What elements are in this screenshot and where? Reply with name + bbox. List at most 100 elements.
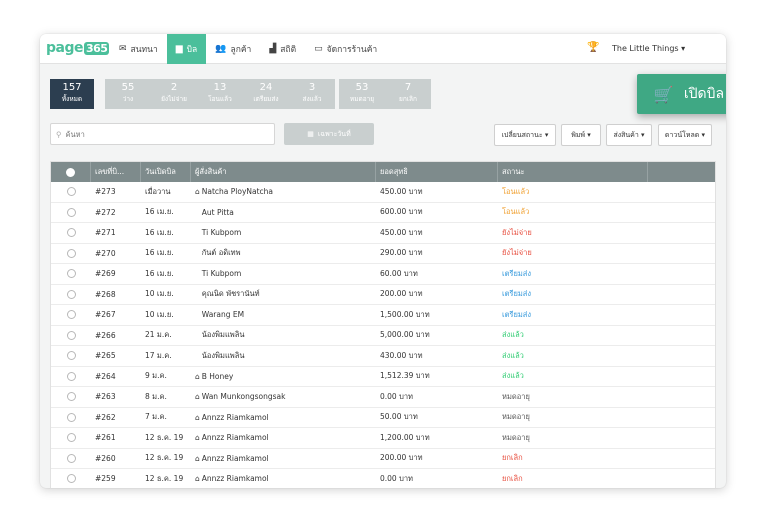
bill-number[interactable]: #260 — [91, 454, 141, 463]
ship-dropdown[interactable]: ส่งสินค้า ▾ — [606, 124, 652, 146]
shop-name-dropdown[interactable]: The Little Things ▾ — [612, 44, 685, 53]
row-select-radio[interactable] — [66, 228, 76, 238]
table-row[interactable]: #261 12 ธ.ค. 19 ⌂ Annzz Riamkamol 1,200.00 บ… — [51, 428, 715, 449]
top-navbar: page 365 ✉ สนทนา ▆ บิล 👥 ลูกค้า ▟ สถิติ ▭ จัดก… — [40, 34, 726, 64]
status-tab-transferred[interactable]: 13 โอนแล้ว — [197, 79, 243, 109]
table-row[interactable]: #267 10 เม.ย. ⌂Warang EM 1,500.00 บาท เตรียม… — [51, 305, 715, 326]
customer-cell: ⌂Aut Pitta — [191, 208, 376, 217]
bill-number[interactable]: #259 — [91, 474, 141, 483]
date-filter-button[interactable]: ▦ เฉพาะวันที่ — [284, 123, 374, 145]
table-row[interactable]: #268 10 เม.ย. ⌂คุณนิด พัชรานันท์ 200.00 บาท… — [51, 285, 715, 305]
row-select-radio[interactable] — [66, 392, 76, 402]
header-bill-no[interactable]: เลขที่บิ... — [91, 162, 141, 182]
table-row[interactable]: #264 9 ม.ค. ⌂ B Honey 1,512.39 บาท ส่งแล้ว — [51, 367, 715, 387]
table-row[interactable]: #259 12 ธ.ค. 19 ⌂ Annzz Riamkamol 0.00 บาท ยก… — [51, 469, 715, 488]
bill-number[interactable]: #264 — [91, 372, 141, 381]
status-tab-shipped[interactable]: 3 ส่งแล้ว — [289, 79, 335, 109]
row-select-cell[interactable] — [51, 412, 91, 422]
status-tab-unpaid[interactable]: 2 ยังไม่จ่าย — [151, 79, 197, 109]
status-tab-preparing[interactable]: 24 เตรียมส่ง — [243, 79, 289, 109]
row-select-radio[interactable] — [66, 248, 76, 258]
nav-item-chat[interactable]: ✉ สนทนา — [110, 34, 167, 64]
row-select-cell[interactable] — [51, 289, 91, 299]
row-select-cell[interactable] — [51, 371, 91, 381]
row-select-cell[interactable] — [51, 269, 91, 279]
table-row[interactable]: #260 12 ธ.ค. 19 ⌂ Annzz Riamkamol 200.00 บาท… — [51, 449, 715, 469]
search-input[interactable] — [65, 129, 266, 139]
bill-number[interactable]: #268 — [91, 290, 141, 299]
bill-date: 12 ธ.ค. 19 — [145, 453, 184, 463]
table-row[interactable]: #273 เมื่อวาน ⌂ Natcha PloyNatcha 450.00 บาท… — [51, 182, 715, 203]
home-icon: ⌂ — [195, 474, 200, 484]
row-select-radio[interactable] — [66, 207, 76, 217]
status-badge: หมดอายุ — [502, 432, 530, 442]
status-tab-free[interactable]: 55 ว่าง — [105, 79, 151, 109]
nav-item-bill[interactable]: ▆ บิล — [166, 34, 207, 64]
bill-number[interactable]: #272 — [91, 208, 141, 217]
header-status[interactable]: สถานะ — [498, 162, 648, 182]
row-select-cell[interactable] — [51, 453, 91, 463]
page365-logo[interactable]: page 365 — [46, 40, 110, 56]
row-select-radio[interactable] — [66, 371, 76, 381]
bill-number[interactable]: #273 — [91, 187, 141, 196]
status-tab-all[interactable]: 157 ทั้งหมด — [50, 79, 94, 109]
row-select-radio[interactable] — [66, 351, 76, 361]
row-select-cell[interactable] — [51, 433, 91, 443]
bill-date: 16 เม.ย. — [145, 268, 174, 278]
bill-number[interactable]: #263 — [91, 392, 141, 401]
row-select-cell[interactable] — [51, 248, 91, 258]
row-select-cell[interactable] — [51, 187, 91, 197]
bill-number[interactable]: #265 — [91, 351, 141, 360]
trophy-icon[interactable]: 🏆 — [587, 42, 599, 53]
change-status-dropdown[interactable]: เปลี่ยนสถานะ ▾ — [494, 124, 556, 146]
select-all-radio[interactable] — [66, 167, 75, 177]
row-select-radio[interactable] — [66, 269, 76, 279]
table-row[interactable]: #272 16 เม.ย. ⌂Aut Pitta 600.00 บาท โอนแล้ว — [51, 203, 715, 223]
header-total[interactable]: ยอดสุทธิ — [376, 162, 498, 182]
bill-number[interactable]: #269 — [91, 269, 141, 278]
row-select-radio[interactable] — [66, 474, 76, 484]
row-select-radio[interactable] — [66, 310, 76, 320]
table-row[interactable]: #269 16 เม.ย. ⌂Ti Kubpom 60.00 บาท เตรียมส่ง — [51, 264, 715, 285]
bill-number[interactable]: #261 — [91, 433, 141, 442]
row-select-radio[interactable] — [66, 433, 76, 443]
header-date[interactable]: วันเปิดบิล — [141, 162, 191, 182]
row-select-cell[interactable] — [51, 392, 91, 402]
status-label: ทั้งหมด — [61, 95, 83, 103]
row-select-radio[interactable] — [66, 330, 76, 340]
nav-label: บิล — [186, 45, 198, 55]
row-select-radio[interactable] — [66, 289, 76, 299]
nav-item-customers[interactable]: 👥 ลูกค้า — [206, 34, 260, 64]
row-select-cell[interactable] — [51, 310, 91, 320]
nav-item-store[interactable]: ▭ จัดการร้านค้า — [305, 34, 386, 64]
row-select-cell[interactable] — [51, 228, 91, 238]
table-row[interactable]: #270 16 เม.ย. ⌂กันต์ อดิเทพ 290.00 บาท ยังไม… — [51, 244, 715, 264]
row-select-radio[interactable] — [66, 453, 76, 463]
status-tab-cancelled[interactable]: 7 ยกเลิก — [385, 79, 431, 109]
row-select-radio[interactable] — [66, 187, 76, 197]
row-select-radio[interactable] — [66, 412, 76, 422]
select-all-cell[interactable] — [51, 162, 91, 182]
bill-number[interactable]: #267 — [91, 310, 141, 319]
bill-number[interactable]: #262 — [91, 413, 141, 422]
row-select-cell[interactable] — [51, 351, 91, 361]
print-dropdown[interactable]: พิมพ์ ▾ — [561, 124, 601, 146]
table-row[interactable]: #262 7 ม.ค. ⌂ Annzz Riamkamol 50.00 บาท หมดอา… — [51, 408, 715, 428]
table-row[interactable]: #263 8 ม.ค. ⌂ Wan Munkongsongsak 0.00 บาท หมด… — [51, 387, 715, 408]
row-select-cell[interactable] — [51, 474, 91, 484]
bill-number[interactable]: #271 — [91, 228, 141, 237]
new-bill-button[interactable]: 🛒 เปิดบิล — [637, 74, 726, 114]
search-box[interactable]: ⚲ — [50, 123, 275, 145]
row-select-cell[interactable] — [51, 330, 91, 340]
bill-number[interactable]: #270 — [91, 249, 141, 258]
nav-item-stats[interactable]: ▟ สถิติ — [260, 34, 305, 64]
row-select-cell[interactable] — [51, 207, 91, 217]
table-row[interactable]: #265 17 ม.ค. ⌂น้องพิมแพลิน 430.00 บาท ส่งแล้… — [51, 346, 715, 367]
header-customer[interactable]: ผู้สั่งสินค้า — [191, 162, 376, 182]
table-row[interactable]: #271 16 เม.ย. ⌂Ti Kubpom 450.00 บาท ยังไม่จ่… — [51, 223, 715, 244]
bill-number[interactable]: #266 — [91, 331, 141, 340]
table-row[interactable]: #266 21 ม.ค. ⌂น้องพิมแพลิน 5,000.00 บาท ส่งแ… — [51, 326, 715, 346]
download-dropdown[interactable]: ดาวน์โหลด ▾ — [658, 124, 712, 146]
bill-date: 16 เม.ย. — [145, 207, 174, 217]
status-tab-expired[interactable]: 53 หมดอายุ — [339, 79, 385, 109]
